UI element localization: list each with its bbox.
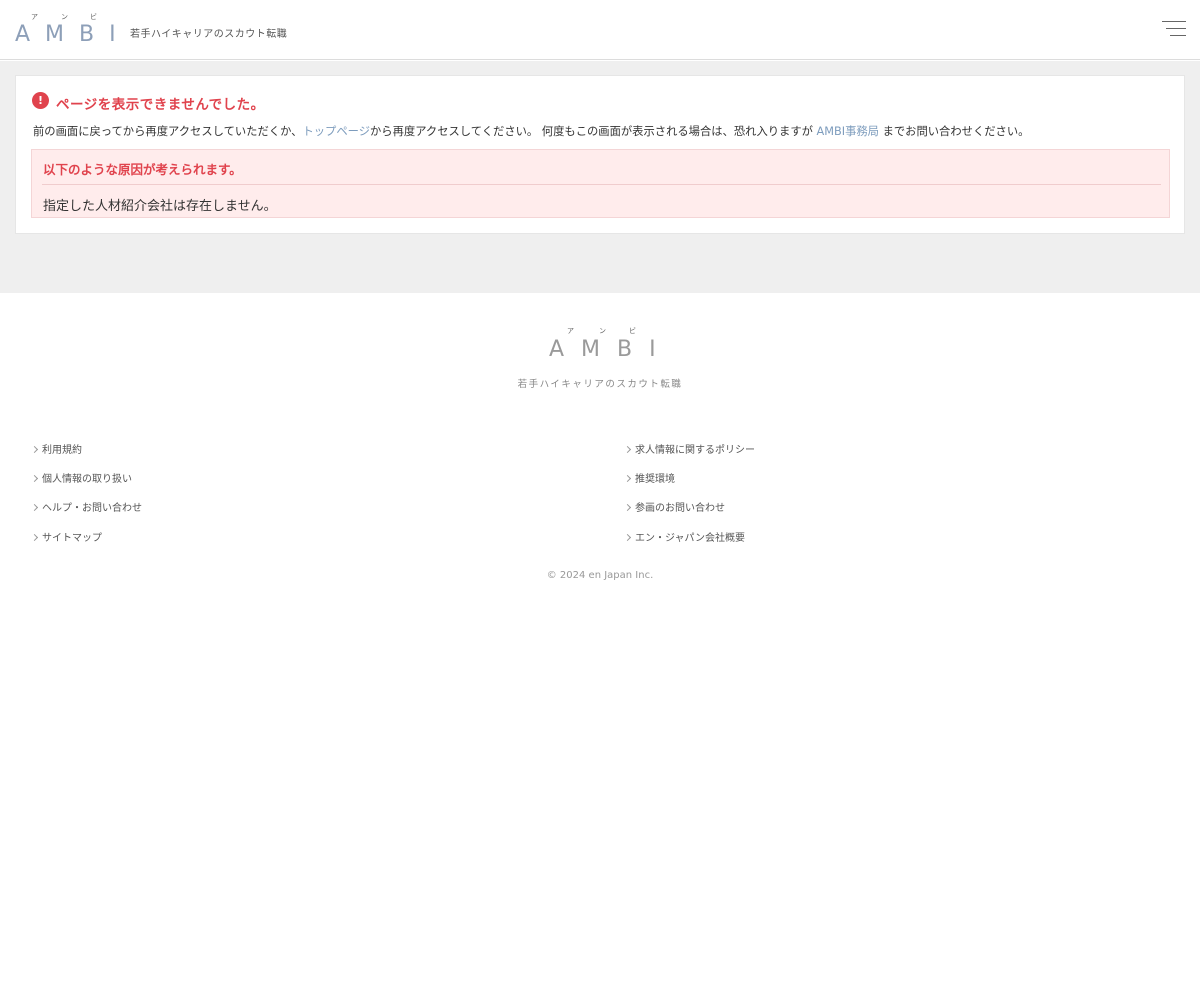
ambi-office-link[interactable]: AMBI事務局 bbox=[817, 125, 879, 138]
logo-ruby-bi: ビ bbox=[90, 13, 97, 21]
footer-tagline: 若手ハイキャリアのスカウト転職 bbox=[517, 379, 683, 390]
chevron-right-icon bbox=[623, 445, 632, 454]
menu-line bbox=[1166, 28, 1186, 29]
logo-ruby-a: ア bbox=[567, 327, 574, 335]
chevron-right-icon bbox=[30, 503, 39, 512]
footer-link-participation[interactable]: 参画のお問い合わせ bbox=[623, 499, 725, 514]
chevron-right-icon bbox=[30, 445, 39, 454]
error-title: ページを表示できませんでした。 bbox=[56, 97, 265, 113]
site-header: ア ン ビ AMBI 若手ハイキャリアのスカウト転職 bbox=[0, 0, 1200, 60]
logo-wordmark: AMBI bbox=[15, 22, 131, 47]
footer-link-company[interactable]: エン・ジャパン会社概要 bbox=[623, 529, 745, 544]
footer-link-label: 推奨環境 bbox=[635, 474, 675, 485]
footer-link-label: 個人情報の取り扱い bbox=[42, 474, 132, 485]
footer-link-environment[interactable]: 推奨環境 bbox=[623, 470, 675, 485]
footer-logo-ruby: ア ン ビ bbox=[549, 326, 659, 336]
logo-ruby-bi: ビ bbox=[629, 327, 636, 335]
footer-logo[interactable]: ア ン ビ AMBI bbox=[549, 326, 659, 366]
error-card: ! ページを表示できませんでした。 前の画面に戻ってから再度アクセスしていただく… bbox=[15, 75, 1185, 234]
menu-line bbox=[1170, 35, 1186, 36]
footer-link-label: 求人情報に関するポリシー bbox=[635, 445, 755, 456]
footer-link-help[interactable]: ヘルプ・お問い合わせ bbox=[30, 499, 142, 514]
logo-ruby-n: ン bbox=[599, 327, 606, 335]
chevron-right-icon bbox=[623, 533, 632, 542]
cause-text: 指定した人材紹介会社は存在しません。 bbox=[43, 199, 277, 214]
logo-ruby: ア ン ビ bbox=[15, 12, 115, 22]
menu-line bbox=[1162, 21, 1186, 22]
footer-link-privacy[interactable]: 個人情報の取り扱い bbox=[30, 470, 132, 485]
exclamation-circle-icon: ! bbox=[32, 92, 49, 109]
footer-link-terms[interactable]: 利用規約 bbox=[30, 441, 82, 456]
logo-ruby-a: ア bbox=[31, 13, 38, 21]
cause-box: 以下のような原因が考えられます。 指定した人材紹介会社は存在しません。 bbox=[31, 149, 1170, 218]
chevron-right-icon bbox=[623, 503, 632, 512]
top-page-link[interactable]: トップページ bbox=[302, 125, 370, 138]
error-desc-text: 前の画面に戻ってから再度アクセスしていただくか、 bbox=[33, 125, 303, 138]
chevron-right-icon bbox=[30, 474, 39, 483]
cause-title: 以下のような原因が考えられます。 bbox=[43, 162, 242, 177]
footer-link-label: 利用規約 bbox=[42, 445, 82, 456]
footer-link-sitemap[interactable]: サイトマップ bbox=[30, 529, 102, 544]
chevron-right-icon bbox=[623, 474, 632, 483]
footer-link-job-policy[interactable]: 求人情報に関するポリシー bbox=[623, 441, 755, 456]
error-desc-text: までお問い合わせください。 bbox=[878, 125, 1030, 138]
footer-logo-wordmark: AMBI bbox=[549, 337, 673, 362]
logo-ruby-n: ン bbox=[61, 13, 68, 21]
error-desc-text: から再度アクセスしてください。 何度もこの画面が表示される場合は、恐れ入りますが bbox=[370, 125, 817, 138]
footer-link-label: エン・ジャパン会社概要 bbox=[635, 533, 745, 544]
footer-link-label: ヘルプ・お問い合わせ bbox=[42, 503, 142, 514]
cause-divider bbox=[42, 184, 1161, 185]
footer-link-label: 参画のお問い合わせ bbox=[635, 503, 725, 514]
footer-link-label: サイトマップ bbox=[42, 533, 102, 544]
ambi-logo[interactable]: ア ン ビ AMBI bbox=[15, 12, 116, 47]
hamburger-menu-icon[interactable] bbox=[1160, 20, 1186, 40]
chevron-right-icon bbox=[30, 533, 39, 542]
error-description: 前の画面に戻ってから再度アクセスしていただくか、トップページから再度アクセスして… bbox=[33, 123, 1029, 139]
copyright: © 2024 en Japan Inc. bbox=[546, 570, 654, 581]
header-tagline: 若手ハイキャリアのスカウト転職 bbox=[130, 29, 288, 40]
